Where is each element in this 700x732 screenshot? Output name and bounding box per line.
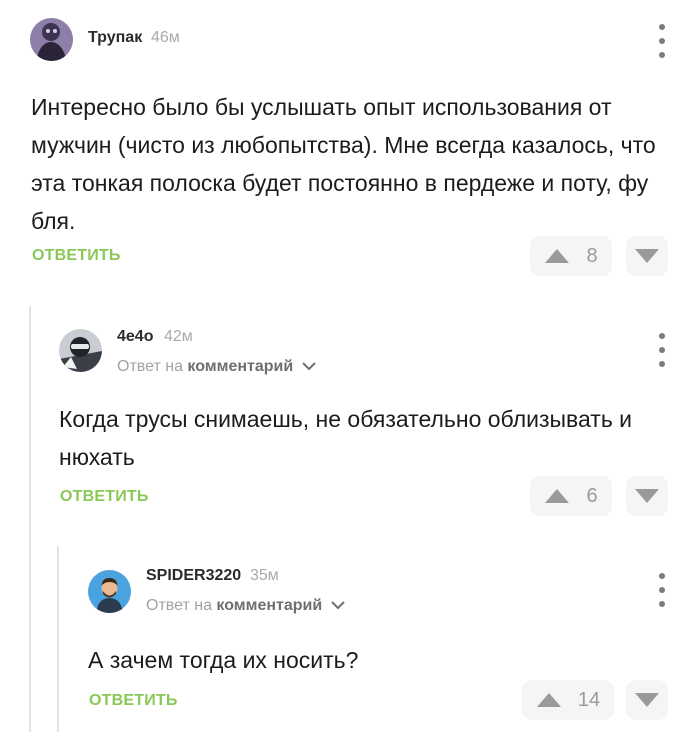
chevron-down-icon bbox=[330, 601, 345, 610]
comment-text: Интересно было бы услышать опыт использо… bbox=[31, 94, 656, 234]
avatar[interactable] bbox=[88, 570, 131, 613]
reply-to-target: комментарий bbox=[216, 597, 323, 614]
more-vertical-icon bbox=[659, 573, 665, 579]
upvote-triangle-icon bbox=[545, 249, 570, 263]
more-vertical-icon bbox=[659, 24, 665, 30]
vote-count: 6 bbox=[586, 484, 598, 507]
more-options-button[interactable] bbox=[652, 24, 672, 58]
comment-time: 35м bbox=[250, 567, 279, 584]
more-options-button[interactable] bbox=[652, 573, 672, 607]
comment-3: SPIDER3220 35м Ответ на комментарий А за… bbox=[0, 540, 700, 732]
chevron-down-icon bbox=[301, 362, 316, 371]
comment-text: А зачем тогда их носить? bbox=[88, 647, 359, 673]
comment-2: 4e4o 42м Ответ на комментарий Когда трус… bbox=[0, 300, 700, 540]
comment-time: 46м bbox=[151, 29, 180, 46]
reply-to-prefix: Ответ на bbox=[146, 597, 212, 614]
avatar[interactable] bbox=[59, 329, 102, 372]
comment-text: Когда трусы снимаешь, не обязательно обл… bbox=[59, 406, 633, 470]
reply-to-link[interactable]: Ответ на комментарий bbox=[117, 358, 316, 376]
upvote-button[interactable]: 6 bbox=[530, 476, 612, 516]
comment-1: Трупак 46м Интересно было бы услышать оп… bbox=[0, 0, 700, 300]
downvote-triangle-icon bbox=[635, 249, 659, 263]
upvote-triangle-icon bbox=[545, 489, 570, 503]
upvote-triangle-icon bbox=[536, 693, 561, 707]
downvote-button[interactable] bbox=[626, 476, 668, 516]
more-vertical-icon bbox=[659, 333, 665, 339]
upvote-button[interactable]: 14 bbox=[522, 680, 614, 720]
vote-count: 14 bbox=[577, 688, 601, 711]
comment-author[interactable]: SPIDER3220 bbox=[146, 567, 241, 585]
reply-to-target: комментарий bbox=[187, 358, 294, 375]
comment-time: 42м bbox=[164, 328, 193, 345]
more-options-button[interactable] bbox=[652, 333, 672, 367]
reply-button[interactable]: ОТВЕТИТЬ bbox=[32, 247, 121, 265]
comment-author[interactable]: Трупак bbox=[88, 29, 142, 47]
upvote-button[interactable]: 8 bbox=[530, 236, 612, 276]
avatar[interactable] bbox=[30, 18, 73, 61]
reply-button[interactable]: ОТВЕТИТЬ bbox=[60, 488, 149, 506]
vote-count: 8 bbox=[586, 244, 598, 267]
comment-author[interactable]: 4e4o bbox=[117, 328, 153, 346]
downvote-triangle-icon bbox=[635, 693, 659, 707]
downvote-button[interactable] bbox=[626, 236, 668, 276]
downvote-button[interactable] bbox=[626, 680, 668, 720]
reply-to-link[interactable]: Ответ на комментарий bbox=[146, 597, 345, 615]
downvote-triangle-icon bbox=[635, 489, 659, 503]
reply-to-prefix: Ответ на bbox=[117, 358, 183, 375]
reply-button[interactable]: ОТВЕТИТЬ bbox=[89, 692, 178, 710]
